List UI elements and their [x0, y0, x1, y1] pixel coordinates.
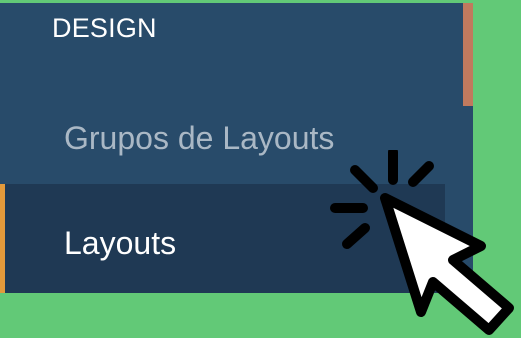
sidebar-item-layouts[interactable]: Layouts: [0, 184, 445, 293]
sidebar-item-label: Grupos de Layouts: [64, 120, 335, 156]
active-indicator: [0, 184, 5, 293]
section-header-design: DESIGN: [52, 13, 157, 43]
sidebar-item-label: Layouts: [64, 225, 177, 261]
scrollbar-thumb[interactable]: [463, 3, 473, 106]
sidebar-panel: DESIGN Grupos de Layouts Layouts: [0, 3, 473, 293]
sidebar-item-grupos-de-layouts[interactable]: Grupos de Layouts: [0, 98, 445, 182]
